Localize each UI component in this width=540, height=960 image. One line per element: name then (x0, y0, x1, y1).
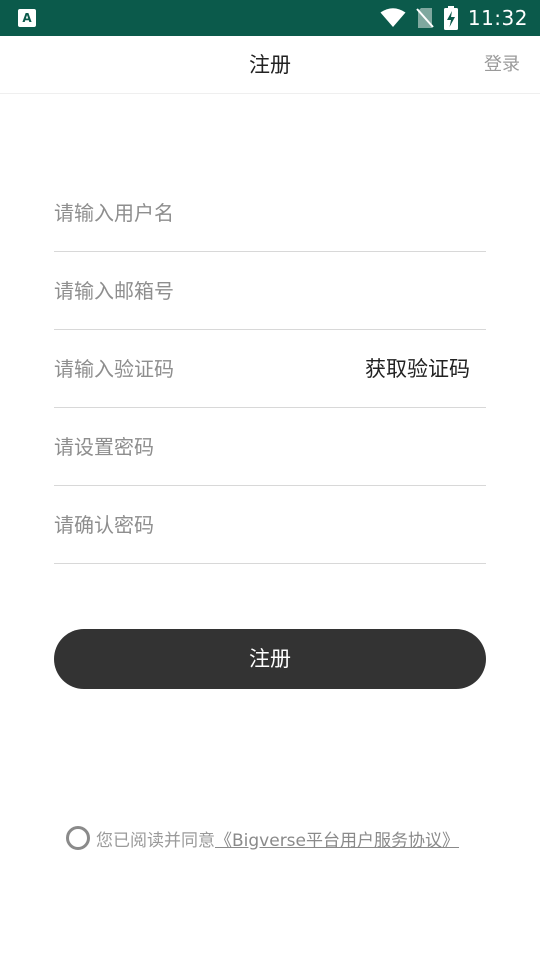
username-field (54, 174, 486, 252)
agreement-row: 您已阅读并同意 《Bigverse平台用户服务协议》 (66, 824, 459, 852)
status-time: 11:32 (467, 6, 528, 30)
app-notification-icon: A (18, 9, 36, 27)
confirm-password-field (54, 486, 486, 564)
confirm-password-input[interactable] (54, 486, 486, 563)
username-input[interactable] (54, 174, 486, 251)
agreement-radio[interactable] (66, 826, 90, 850)
agreement-prefix: 您已阅读并同意 (96, 830, 215, 851)
battery-charging-icon (443, 6, 458, 30)
wifi-icon (380, 8, 406, 28)
app-header: 注册 登录 (0, 36, 540, 94)
get-code-button[interactable]: 获取验证码 (365, 330, 470, 408)
page-title: 注册 (249, 53, 291, 77)
no-sim-icon (416, 7, 434, 29)
register-button[interactable]: 注册 (54, 629, 486, 689)
email-field (54, 252, 486, 330)
email-input[interactable] (54, 252, 486, 329)
password-input[interactable] (54, 408, 486, 485)
verification-code-field: 获取验证码 (54, 330, 486, 408)
status-bar: A 11:32 (0, 0, 540, 36)
login-link[interactable]: 登录 (484, 36, 520, 94)
password-field (54, 408, 486, 486)
status-icons: 11:32 (380, 0, 528, 36)
agreement-link[interactable]: 《Bigverse平台用户服务协议》 (215, 826, 459, 851)
verification-code-input[interactable] (54, 330, 334, 407)
